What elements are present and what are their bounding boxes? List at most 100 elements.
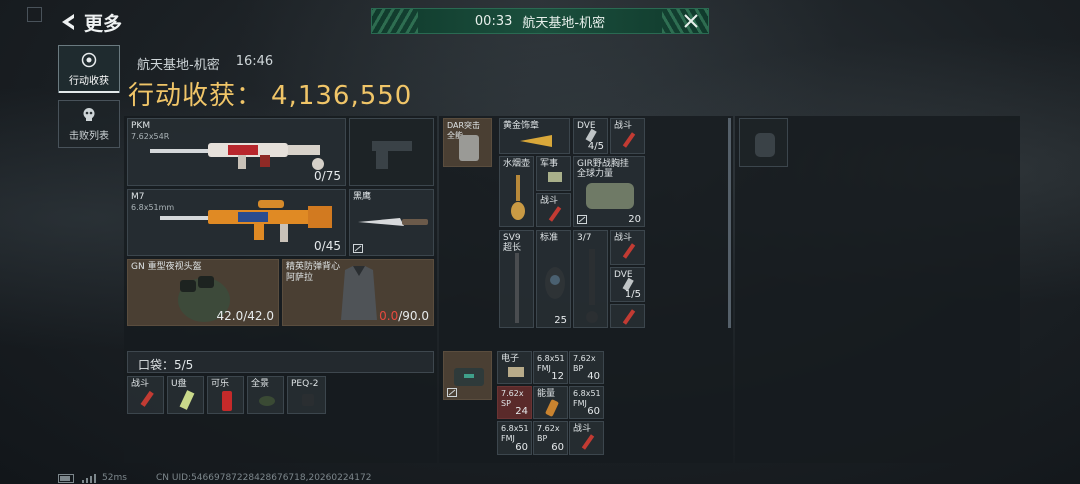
electronic-part-icon [508, 367, 524, 377]
case-item-count: 60 [587, 406, 600, 417]
stim-injector-icon [140, 390, 154, 407]
pocket-item[interactable]: PEQ-2 [287, 376, 326, 414]
armor-name-line2: 阿萨拉 [286, 273, 314, 283]
usb-drive-icon [179, 390, 195, 410]
corner-checkbox[interactable] [27, 7, 42, 22]
skull-icon [83, 107, 95, 121]
armor-slot[interactable]: 精英防弹背心 阿萨拉 0.0/90.0 [282, 259, 434, 326]
case-item[interactable]: 7.62x SP 24 [497, 386, 532, 419]
case-item[interactable]: 7.62x BP 40 [569, 351, 604, 384]
panoramic-device-icon [259, 396, 275, 406]
gas-mask-icon [545, 267, 565, 299]
tab-kills-label: 击败列表 [69, 130, 109, 142]
pocket-item[interactable]: U盘 [167, 376, 204, 414]
secure-case-slot[interactable] [443, 351, 492, 400]
back-button[interactable]: 更多 [58, 8, 122, 36]
backpack-item[interactable]: 战斗 [610, 230, 645, 265]
gold-badge-icon [520, 135, 552, 147]
match-map: 航天基地-机密 [137, 58, 220, 73]
chest-item[interactable]: 战斗 [536, 193, 571, 227]
chest-item-label: 水烟壶 [503, 159, 531, 169]
battery-icon [58, 473, 74, 483]
uid-text: CN UID:54669787228428676718,20260224172 [156, 473, 372, 483]
chest-item-label: 黄金饰章 [503, 121, 540, 131]
banner-map: 航天基地-机密 [522, 15, 606, 31]
secondary-weapon-slot[interactable]: M7 6.8x51mm 0/45 [127, 189, 346, 256]
banner-time: 00:33 [474, 13, 513, 29]
backpack-item-label: 标准 [540, 233, 559, 243]
close-icon[interactable] [682, 12, 700, 30]
sidearm-slot-empty[interactable] [349, 118, 434, 186]
case-item[interactable]: 6.8x51 FMJ 60 [497, 421, 532, 455]
case-item-count: 60 [515, 442, 528, 453]
chest-item[interactable]: GIR野战胸挂 全球力量 20 [573, 156, 645, 227]
chest-rig-slot[interactable]: DAR突击 全能 [443, 118, 492, 167]
backpack-item[interactable]: 3/7 [573, 230, 608, 328]
chest-item[interactable]: 战斗 [610, 118, 645, 154]
pocket-item-label: 可乐 [211, 379, 230, 389]
pocket-item-label: PEQ-2 [291, 379, 319, 389]
backpack-placeholder-icon [755, 133, 775, 157]
case-item[interactable]: 6.8x51 FMJ 12 [533, 351, 568, 384]
chest-item[interactable]: 水烟壶 [499, 156, 534, 227]
armor-vest-icon [341, 266, 377, 320]
primary-weapon-ammo: 0/75 [314, 169, 341, 183]
armor-durability-max: /90.0 [398, 309, 429, 323]
soda-can-icon [222, 391, 232, 411]
primary-weapon-slot[interactable]: PKM 7.62x54R 0/75 [127, 118, 346, 186]
pocket-item[interactable]: 全景 [247, 376, 284, 414]
knife-icon [358, 218, 428, 226]
primary-weapon-name: PKM [131, 121, 151, 131]
haul-value: 4,136,550 [271, 81, 413, 111]
scope-icon [586, 249, 598, 323]
tab-haul[interactable]: 行动收获 [58, 45, 120, 93]
backpack-item[interactable]: SV9 超长 [499, 230, 534, 328]
case-item-label: 能量 [537, 389, 556, 399]
empty-panel [735, 116, 1020, 463]
case-item[interactable]: 电子 [497, 351, 532, 384]
backpack-item-count: 25 [554, 315, 567, 326]
lock-tag-icon [353, 244, 363, 253]
stim-injector-icon [548, 206, 562, 222]
secondary-weapon-ammo: 0/45 [314, 239, 341, 253]
case-item[interactable]: 能量 [533, 386, 568, 419]
scrollbar[interactable] [728, 118, 731, 328]
lock-tag-icon [447, 388, 457, 397]
melee-slot[interactable]: 黑鹰 [349, 189, 434, 256]
pocket-item-label: 全景 [251, 379, 270, 389]
stim-injector-icon [581, 434, 595, 450]
chest-item-label: GIR野战胸挂 全球力量 [577, 159, 629, 179]
case-item[interactable]: 7.62x BP 60 [533, 421, 568, 455]
pocket-header: 口袋：5/5 [127, 351, 434, 373]
armor-name-line1: 精英防弹背心 [286, 262, 341, 272]
case-item[interactable]: 6.8x51 FMJ 60 [569, 386, 604, 419]
haul-total: 行动收获： 4,136,550 [128, 75, 412, 112]
tab-kills[interactable]: 击败列表 [58, 100, 120, 148]
rifle-icon [160, 200, 332, 242]
military-item-icon [548, 172, 562, 182]
backpack-item[interactable]: 标准 25 [536, 230, 571, 328]
top-banner: 00:33 航天基地-机密 [371, 8, 709, 34]
energy-drink-icon [545, 399, 559, 417]
pocket-item[interactable]: 可乐 [207, 376, 244, 414]
case-item-count: 12 [551, 371, 564, 382]
helmet-slot[interactable]: GN 重型夜视头盔 42.0/42.0 [127, 259, 279, 326]
chest-item[interactable]: DVE 4/5 [573, 118, 608, 154]
chest-item[interactable]: 黄金饰章 [499, 118, 570, 154]
case-item[interactable]: 战斗 [569, 421, 604, 455]
armor-durability-current: 0.0 [379, 309, 399, 323]
backpack-slot-empty[interactable] [739, 118, 788, 167]
pistol-placeholder-icon [372, 141, 412, 169]
backpack-item[interactable]: DVE 1/5 [610, 267, 645, 302]
chest-item-count: 4/5 [587, 141, 604, 152]
pocket-item[interactable]: 战斗 [127, 376, 164, 414]
secondary-weapon-name: M7 [131, 192, 145, 202]
stim-injector-icon [622, 243, 636, 259]
match-info: 航天基地-机密 16:46 [137, 54, 273, 73]
laser-module-icon [302, 394, 314, 406]
secure-case-icon [454, 368, 484, 386]
backpack-item-extra[interactable] [610, 304, 645, 328]
case-item-count: 40 [587, 371, 600, 382]
chest-item[interactable]: 军事 [536, 156, 571, 191]
pocket-item-label: 战斗 [131, 379, 150, 389]
